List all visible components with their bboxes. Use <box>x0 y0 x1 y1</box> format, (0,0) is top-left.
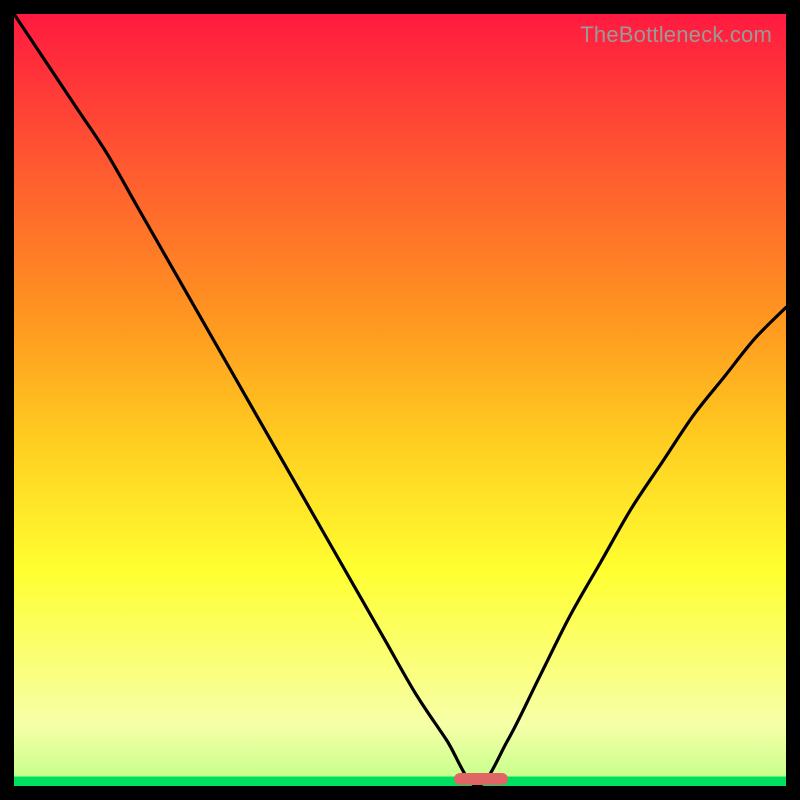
plot-area: TheBottleneck.com <box>14 14 786 786</box>
minimum-marker <box>454 773 508 785</box>
bottleneck-curve <box>14 14 786 786</box>
attribution-text: TheBottleneck.com <box>580 22 772 48</box>
chart-frame: TheBottleneck.com <box>0 0 800 800</box>
